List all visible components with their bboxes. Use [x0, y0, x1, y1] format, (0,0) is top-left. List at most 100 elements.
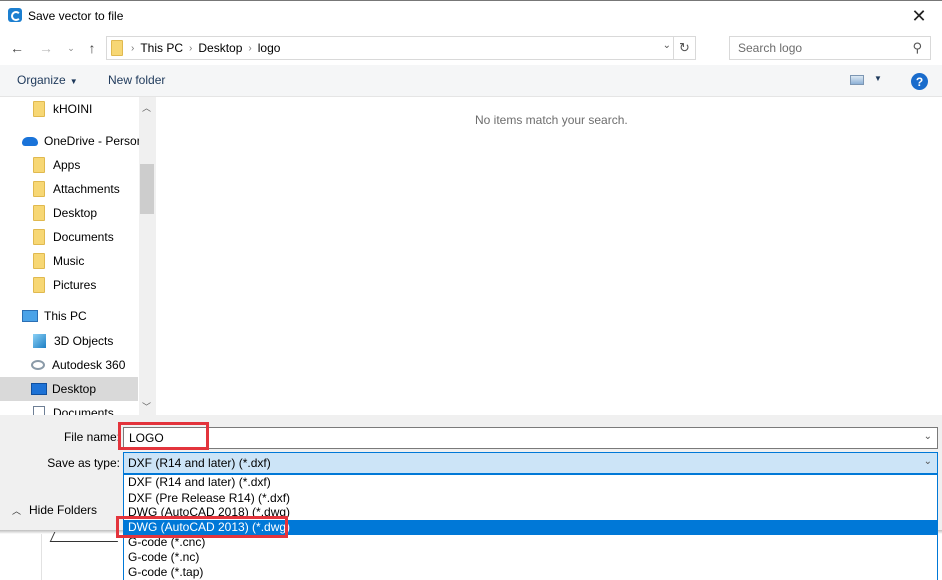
- document-icon: [33, 406, 45, 415]
- hide-folders-button[interactable]: ︿ Hide Folders: [12, 503, 97, 517]
- sidebar-item-desktop[interactable]: Desktop: [0, 377, 138, 401]
- folder-icon: [33, 157, 45, 173]
- sidebar-item-label: Documents: [53, 230, 114, 244]
- sidebar-item-3d-objects[interactable]: 3D Objects: [0, 329, 138, 353]
- chevron-down-icon[interactable]: ⌄: [924, 431, 932, 442]
- sidebar-item-label: OneDrive - Person: [44, 134, 139, 148]
- search-icon[interactable]: ⚲: [912, 40, 922, 56]
- close-icon: ✕: [911, 5, 927, 26]
- forward-button[interactable]: →: [36, 38, 56, 58]
- sidebar-item-label: kHOINI: [53, 102, 93, 116]
- breadcrumb-separator-icon: ›: [189, 42, 193, 54]
- sidebar-item-label: Pictures: [53, 278, 97, 292]
- file-list-pane: No items match your search.: [158, 97, 942, 415]
- app-icon: [8, 8, 22, 22]
- navigation-bar: ← → ⌄ ↑ › This PC › Desktop › logo ⌄ ↻ S…: [0, 31, 942, 65]
- cube-icon: [33, 334, 46, 348]
- sidebar-item-label: Documents: [53, 406, 114, 415]
- save-as-type-value: DXF (R14 and later) (*.dxf): [128, 456, 271, 470]
- folder-icon: [33, 277, 45, 293]
- folder-icon: [33, 253, 45, 269]
- save-as-type-label: Save as type:: [47, 456, 120, 470]
- address-bar[interactable]: › This PC › Desktop › logo ⌄ ↻: [106, 36, 696, 60]
- breadcrumb-separator-icon: ›: [131, 42, 135, 54]
- organize-label: Organize: [17, 73, 66, 87]
- arrow-right-icon: →: [39, 40, 53, 56]
- folder-icon: [33, 101, 45, 117]
- folder-icon: [33, 205, 45, 221]
- sidebar-item-onedrive[interactable]: OneDrive - Person: [0, 129, 139, 153]
- new-folder-button[interactable]: New folder: [108, 73, 165, 87]
- sidebar-item-label: This PC: [44, 309, 87, 323]
- address-dropdown-icon[interactable]: ⌄: [663, 40, 671, 51]
- computer-icon: [22, 310, 38, 322]
- breadcrumb-logo[interactable]: logo: [258, 41, 281, 55]
- refresh-icon: ↻: [679, 40, 690, 55]
- dropdown-option[interactable]: DXF (Pre Release R14) (*.dxf): [124, 491, 937, 506]
- sidebar-item-onedrive-desktop[interactable]: Desktop: [0, 201, 138, 225]
- dropdown-option[interactable]: DXF (R14 and later) (*.dxf): [124, 475, 937, 490]
- sidebar-item-apps[interactable]: Apps: [0, 153, 138, 177]
- navigation-pane: kHOINI OneDrive - Person Apps Attachment…: [0, 97, 139, 415]
- sidebar-item-onedrive-documents[interactable]: Documents: [0, 225, 138, 249]
- search-placeholder: Search logo: [738, 41, 803, 55]
- dropdown-option[interactable]: G-code (*.tap): [124, 565, 937, 580]
- up-button[interactable]: ↑: [82, 38, 102, 58]
- background-shape: [49, 532, 123, 542]
- close-button[interactable]: ✕: [896, 1, 942, 31]
- arrow-up-icon: ↑: [88, 40, 96, 56]
- sidebar-item-attachments[interactable]: Attachments: [0, 177, 138, 201]
- annotation-highlight-dwg-option: [116, 516, 288, 538]
- annotation-highlight-file-name: [118, 422, 209, 450]
- file-name-label: File name:: [63, 430, 120, 444]
- chevron-down-icon: ⌄: [67, 42, 75, 53]
- file-name-field[interactable]: LOGO ⌄: [123, 427, 938, 449]
- chevron-up-icon: ︿: [12, 505, 22, 516]
- search-input[interactable]: Search logo ⚲: [729, 36, 931, 60]
- help-icon[interactable]: ?: [911, 73, 928, 90]
- back-button[interactable]: ←: [7, 38, 27, 58]
- window-title: Save vector to file: [28, 9, 124, 23]
- empty-message: No items match your search.: [475, 113, 628, 127]
- sidebar-item-pictures[interactable]: Pictures: [0, 273, 138, 297]
- sidebar-item-label: Music: [53, 254, 85, 268]
- breadcrumb-this-pc[interactable]: This PC: [140, 41, 183, 55]
- sidebar-item-label: Autodesk 360: [52, 358, 126, 372]
- chevron-down-icon[interactable]: ⌄: [924, 456, 932, 467]
- sidebar-item-label: Attachments: [53, 182, 120, 196]
- view-dropdown-icon[interactable]: ▼: [874, 74, 882, 83]
- caret-down-icon: ▼: [69, 77, 78, 86]
- sidebar-item-label: Desktop: [52, 382, 97, 396]
- folder-icon: [111, 40, 123, 56]
- hide-folders-label: Hide Folders: [29, 503, 98, 517]
- sidebar-item-music[interactable]: Music: [0, 249, 138, 273]
- sidebar-item-label: 3D Objects: [54, 334, 114, 348]
- breadcrumb-desktop[interactable]: Desktop: [198, 41, 242, 55]
- cloud-icon: [22, 136, 38, 146]
- scroll-down-icon[interactable]: ﹀: [142, 400, 151, 413]
- arrow-left-icon: ←: [10, 40, 24, 56]
- dropdown-option[interactable]: G-code (*.nc): [124, 550, 937, 565]
- folder-icon: [33, 229, 45, 245]
- view-options-icon[interactable]: [850, 75, 864, 85]
- sidebar-scrollbar[interactable]: ︿ ﹀: [139, 97, 155, 415]
- save-as-type-select[interactable]: DXF (R14 and later) (*.dxf) ⌄: [123, 452, 938, 474]
- sidebar-item-this-pc[interactable]: This PC: [0, 304, 138, 328]
- sidebar-item-khoini[interactable]: kHOINI: [0, 97, 138, 121]
- sidebar-item-autodesk-360[interactable]: Autodesk 360: [0, 353, 138, 377]
- sidebar-item-documents[interactable]: Documents: [0, 401, 138, 415]
- desktop-icon: [31, 383, 47, 395]
- command-toolbar: Organize ▼ New folder ▼ ?: [0, 65, 942, 97]
- scrollbar-thumb[interactable]: [140, 164, 154, 214]
- refresh-button[interactable]: ↻: [673, 37, 695, 59]
- folder-icon: [33, 181, 45, 197]
- organize-button[interactable]: Organize ▼: [17, 73, 78, 87]
- sidebar-item-label: Desktop: [53, 206, 98, 220]
- breadcrumb: › This PC › Desktop › logo: [131, 41, 280, 55]
- background-divider: [41, 534, 42, 580]
- breadcrumb-separator-icon: ›: [248, 42, 252, 54]
- scroll-up-icon[interactable]: ︿: [142, 101, 151, 114]
- recent-locations-button[interactable]: ⌄: [61, 38, 81, 58]
- sidebar-item-label: Apps: [53, 158, 81, 172]
- title-bar: Save vector to file ✕: [0, 1, 942, 31]
